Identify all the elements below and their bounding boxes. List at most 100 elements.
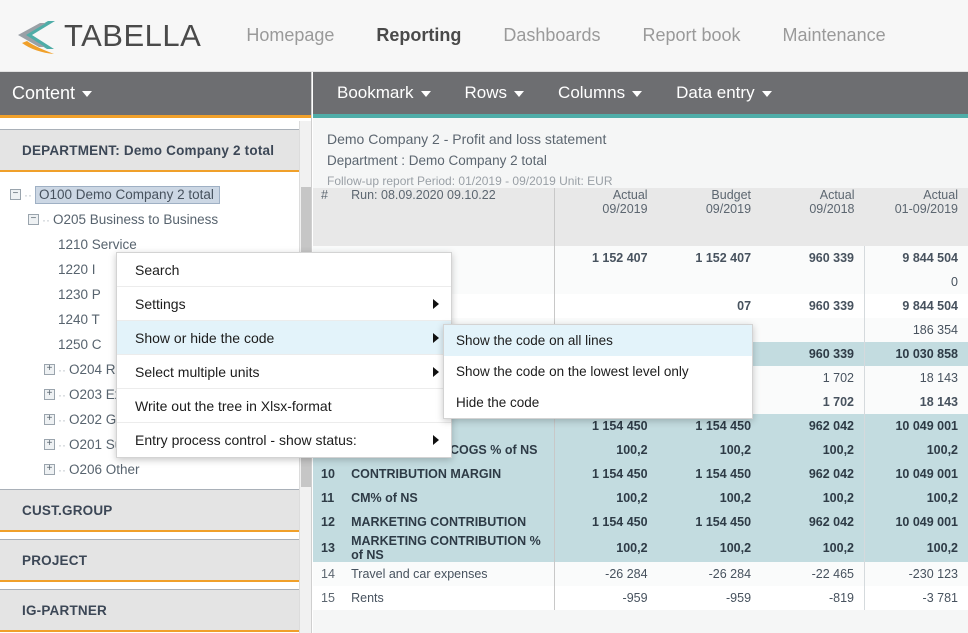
tree-item-label: 1220 I: [58, 262, 96, 277]
context-menu-item-settings[interactable]: Settings: [117, 287, 451, 321]
submenu-item-hide-code[interactable]: Hide the code: [444, 387, 752, 418]
row-value: 100,2: [657, 486, 762, 510]
nav-item-maintenance[interactable]: Maintenance: [762, 25, 907, 46]
brand-logo[interactable]: TABELLA: [14, 16, 201, 56]
row-value: -26 284: [657, 562, 762, 586]
toolbar-bookmark[interactable]: Bookmark: [325, 83, 443, 103]
col-header-actual-0109-2019[interactable]: Actual 01-09/2019: [864, 188, 968, 246]
row-value: 9 844 504: [864, 294, 968, 318]
content-dropdown[interactable]: Content: [0, 72, 311, 118]
submenu-item-show-code-lowest-level[interactable]: Show the code on the lowest level only: [444, 356, 752, 387]
chevron-down-icon: [420, 90, 431, 97]
nav-item-reporting[interactable]: Reporting: [355, 25, 482, 46]
row-value: 962 042: [761, 462, 865, 486]
chevron-right-icon: [433, 332, 439, 343]
tree-item-o205[interactable]: − ·· O205 Business to Business: [0, 207, 311, 232]
row-value: -959: [657, 586, 762, 610]
chevron-down-icon: [761, 90, 772, 97]
context-menu-item-label: Write out the tree in Xlsx-format: [135, 397, 332, 414]
row-number: 15: [313, 586, 340, 610]
collapse-minus-icon[interactable]: −: [10, 189, 21, 200]
submenu-item-label: Show the code on the lowest level only: [456, 364, 689, 379]
row-value: [761, 318, 865, 342]
chevron-down-icon: [514, 90, 525, 97]
sidebar-section-department[interactable]: DEPARTMENT: Demo Company 2 total: [0, 129, 311, 172]
col-header-line1: Budget: [711, 188, 752, 202]
row-value: 1 154 450: [657, 510, 762, 534]
row-value: 1 702: [761, 366, 865, 390]
context-menu-item-label: Show or hide the code: [135, 329, 275, 346]
context-menu: Search Settings Show or hide the code Se…: [116, 252, 452, 458]
expand-plus-icon[interactable]: +: [44, 389, 55, 400]
toolbar-rows-label: Rows: [464, 83, 508, 102]
row-value: 18 143: [864, 366, 968, 390]
global-header: TABELLA Homepage Reporting Dashboards Re…: [0, 0, 968, 72]
report-toolbar: Bookmark Rows Columns Data entry: [313, 72, 968, 118]
context-menu-item-label: Settings: [135, 295, 186, 312]
col-header-num[interactable]: #: [313, 188, 340, 246]
col-header-actual-092019[interactable]: Actual 09/2019: [554, 188, 658, 246]
submenu-item-show-code-all-lines[interactable]: Show the code on all lines: [444, 325, 752, 356]
tree-item-label: 1230 P: [58, 287, 101, 302]
table-row[interactable]: 13 MARKETING CONTRIBUTION % of NS 100,2 …: [313, 534, 968, 562]
chevron-right-icon: [433, 435, 439, 445]
nav-item-dashboards[interactable]: Dashboards: [482, 25, 621, 46]
col-header-run[interactable]: Run: 08.09.2020 09.10.22: [339, 188, 555, 246]
expand-plus-icon[interactable]: +: [44, 439, 55, 450]
context-menu-item-show-or-hide-the-code[interactable]: Show or hide the code: [117, 321, 451, 355]
col-header-actual-092018[interactable]: Actual 09/2018: [761, 188, 865, 246]
sidebar-section-cust-group[interactable]: CUST.GROUP: [0, 489, 311, 532]
collapse-minus-icon[interactable]: −: [28, 214, 39, 225]
table-row[interactable]: 15 Rents -959 -959 -819 -3 781: [313, 586, 968, 610]
expand-plus-icon[interactable]: +: [44, 464, 55, 475]
table-row[interactable]: 14 Travel and car expenses -26 284 -26 2…: [313, 562, 968, 586]
context-menu-item-select-multiple-units[interactable]: Select multiple units: [117, 355, 451, 389]
toolbar-columns[interactable]: Columns: [546, 83, 654, 103]
toolbar-data-entry[interactable]: Data entry: [664, 83, 783, 103]
sidebar-section-ig-partner[interactable]: IG-PARTNER: [0, 589, 311, 632]
row-label: CONTRIBUTION MARGIN: [339, 462, 555, 486]
row-value: 100,2: [657, 438, 762, 462]
tree-item-label: O206 Other: [69, 462, 140, 477]
report-department: Department : Demo Company 2 total: [327, 153, 547, 168]
nav-item-homepage[interactable]: Homepage: [225, 25, 355, 46]
context-menu-item-entry-process-control[interactable]: Entry process control - show status:: [117, 423, 451, 457]
row-value: 100,2: [864, 438, 968, 462]
expand-plus-icon[interactable]: +: [44, 364, 55, 375]
row-value: 962 042: [761, 510, 865, 534]
col-header-line2: 09/2018: [809, 202, 855, 216]
submenu-item-label: Show the code on all lines: [456, 333, 613, 348]
row-value: 186 354: [864, 318, 968, 342]
table-row[interactable]: 10 CONTRIBUTION MARGIN 1 154 450 1 154 4…: [313, 462, 968, 486]
row-value: 10 049 001: [864, 462, 968, 486]
chevron-right-icon: [433, 298, 439, 309]
toolbar-data-entry-label: Data entry: [676, 83, 755, 102]
table-row[interactable]: 11 CM% of NS 100,2 100,2 100,2 100,2: [313, 486, 968, 510]
expand-plus-icon[interactable]: +: [44, 414, 55, 425]
col-header-line1: Actual: [819, 188, 855, 202]
toolbar-rows[interactable]: Rows: [453, 83, 537, 103]
tree-item-label: 1250 C: [58, 337, 102, 352]
tree-item-label: 1210 Service: [58, 237, 137, 252]
context-menu-item-write-out-tree-xlsx[interactable]: Write out the tree in Xlsx-format: [117, 389, 451, 423]
row-label: CM% of NS: [339, 486, 555, 510]
tree-item-label: O205 Business to Business: [53, 212, 219, 227]
context-menu-item-search[interactable]: Search: [117, 253, 451, 287]
table-row[interactable]: 12 MARKETING CONTRIBUTION 1 154 450 1 15…: [313, 510, 968, 534]
row-value: 1 154 450: [554, 462, 658, 486]
col-header-budget-092019[interactable]: Budget 09/2019: [657, 188, 762, 246]
content-dropdown-label: Content: [12, 83, 76, 103]
report-meta: Follow-up report Period: 01/2019 - 09/20…: [327, 174, 613, 188]
sidebar-section-project[interactable]: PROJECT: [0, 539, 311, 582]
row-value: -230 123: [864, 562, 968, 586]
col-header-line2: 09/2019: [705, 202, 752, 216]
col-header-line2: 01-09/2019: [894, 202, 958, 216]
row-value: 10 030 858: [864, 342, 968, 366]
row-value: 100,2: [554, 534, 658, 562]
row-value: 1 702: [761, 390, 865, 414]
tree-item-o206[interactable]: + ·· O206 Other: [0, 457, 311, 482]
report-title: Demo Company 2 - Profit and loss stateme…: [327, 131, 607, 147]
tree-item-o100[interactable]: − ·· O100 Demo Company 2 total: [0, 182, 311, 207]
nav-item-report-book[interactable]: Report book: [621, 25, 761, 46]
row-number: 13: [313, 534, 340, 562]
